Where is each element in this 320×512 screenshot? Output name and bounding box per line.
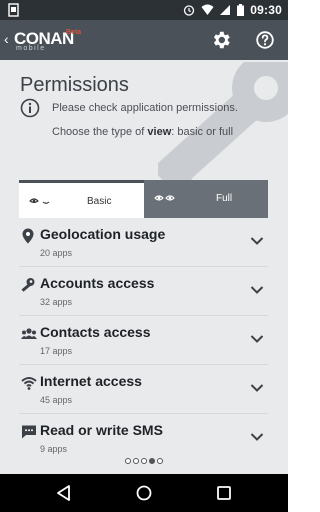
wifi-icon	[21, 377, 37, 390]
item-count: 17 apps	[40, 346, 73, 356]
back-chevron-icon: ‹	[4, 31, 9, 47]
permissions-list: Geolocation usage 20 apps Accounts acces…	[19, 218, 268, 463]
wifi-icon	[201, 4, 214, 15]
help-icon[interactable]	[254, 29, 276, 51]
alarm-icon	[184, 5, 195, 16]
tab-full-label: Full	[216, 193, 233, 204]
info-icon	[20, 98, 40, 118]
recents-icon[interactable]	[215, 484, 233, 502]
notification-icon	[8, 3, 19, 17]
navigation-bar	[0, 474, 288, 512]
page-indicator	[0, 458, 288, 468]
item-title: Accounts access	[40, 275, 155, 291]
list-item-sms[interactable]: Read or write SMS 9 apps	[19, 414, 268, 463]
tab-basic-label: Basic	[87, 196, 112, 207]
info-text: Please check application permissions.	[52, 102, 238, 114]
eye-half-icon	[29, 198, 50, 204]
list-item-internet[interactable]: Internet access 45 apps	[19, 365, 268, 414]
signal-icon	[220, 5, 231, 15]
item-title: Internet access	[40, 373, 142, 389]
item-title: Geolocation usage	[40, 226, 166, 242]
chevron-down-icon[interactable]	[250, 432, 264, 442]
status-icons: 09:30	[183, 2, 282, 18]
app-logo[interactable]: ‹ CONAN Beta mobile	[4, 26, 114, 56]
item-count: 20 apps	[40, 248, 73, 258]
tab-full[interactable]: Full	[144, 180, 268, 218]
item-count: 9 apps	[40, 444, 68, 454]
list-item-geolocation[interactable]: Geolocation usage 20 apps	[19, 218, 268, 267]
logo-beta-badge: Beta	[66, 29, 82, 36]
item-title: Contacts access	[40, 324, 151, 340]
status-time: 09:30	[250, 3, 282, 17]
main-content: Permissions Please check application per…	[0, 60, 288, 474]
list-item-contacts[interactable]: Contacts access 17 apps	[19, 316, 268, 365]
app-bar: ‹ CONAN Beta mobile	[0, 20, 288, 60]
home-icon[interactable]	[135, 484, 153, 502]
item-count: 32 apps	[40, 297, 73, 307]
item-count: 45 apps	[40, 395, 73, 405]
eyes-open-icon	[154, 195, 175, 201]
key-icon	[21, 278, 35, 292]
status-bar: 09:30	[0, 0, 288, 20]
page-dot[interactable]	[141, 458, 147, 464]
tab-basic[interactable]: Basic	[19, 180, 144, 218]
item-title: Read or write SMS	[40, 422, 163, 438]
list-item-accounts[interactable]: Accounts access 32 apps	[19, 267, 268, 316]
settings-gear-icon[interactable]	[210, 29, 232, 51]
location-pin-icon	[22, 228, 34, 244]
back-icon[interactable]	[55, 484, 73, 502]
page-dot[interactable]	[133, 458, 139, 464]
page-title: Permissions	[20, 74, 129, 96]
contacts-group-icon	[21, 328, 37, 339]
chevron-down-icon[interactable]	[250, 285, 264, 295]
battery-icon	[237, 4, 245, 16]
page-dot[interactable]	[157, 458, 163, 464]
chevron-down-icon[interactable]	[250, 236, 264, 246]
chevron-down-icon[interactable]	[250, 383, 264, 393]
page-dot[interactable]	[125, 458, 131, 464]
sms-icon	[22, 425, 36, 439]
choose-view-text: Choose the type of view: basic or full	[52, 126, 234, 138]
page-dot[interactable]	[149, 458, 155, 464]
logo-subtitle: mobile	[16, 45, 46, 52]
view-toggle: Basic Full	[19, 180, 268, 218]
chevron-down-icon[interactable]	[250, 334, 264, 344]
